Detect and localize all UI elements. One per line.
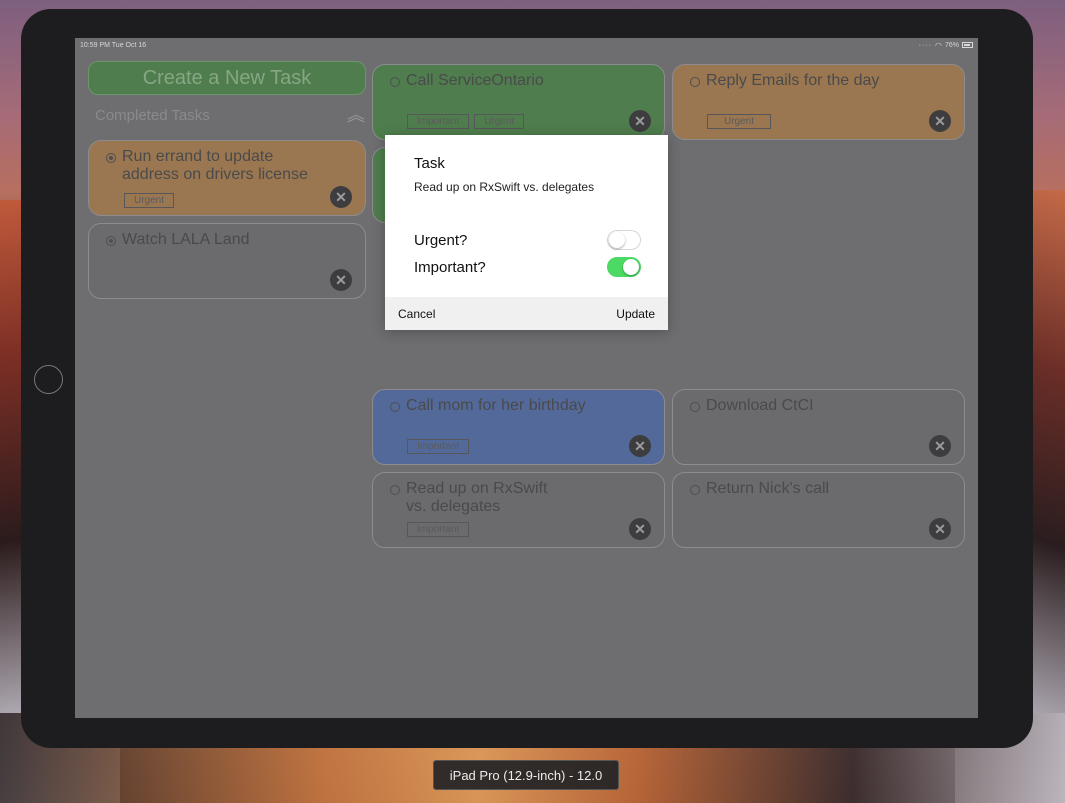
urgent-label: Urgent? xyxy=(414,231,468,249)
task-card[interactable]: Read up on RxSwift vs. delegates Importa… xyxy=(372,472,665,548)
x-circle-icon[interactable]: ✕ xyxy=(929,435,951,457)
completed-tasks-header[interactable]: Completed Tasks ︽ xyxy=(95,105,365,125)
important-row: Important? xyxy=(414,256,641,278)
dialog-footer: Cancel Update xyxy=(385,297,668,330)
x-circle-icon[interactable]: ✕ xyxy=(629,518,651,540)
toggle-knob xyxy=(623,259,639,275)
x-circle-icon[interactable]: ✕ xyxy=(629,435,651,457)
completed-task-card[interactable]: Run errand to update address on drivers … xyxy=(88,140,366,216)
task-title: Read up on RxSwift vs. delegates xyxy=(406,480,548,515)
x-circle-icon[interactable]: ✕ xyxy=(330,186,352,208)
x-circle-icon[interactable]: ✕ xyxy=(929,110,951,132)
tag-urgent: Urgent xyxy=(124,193,175,208)
task-card[interactable]: Download CtCI ✕ xyxy=(672,389,965,465)
tag-important: Important xyxy=(407,439,470,454)
task-title: Reply Emails for the day xyxy=(706,72,880,89)
x-circle-icon[interactable]: ✕ xyxy=(929,518,951,540)
toggle-knob xyxy=(609,232,625,248)
radio-icon[interactable] xyxy=(690,485,700,495)
edit-task-dialog: Task Read up on RxSwift vs. delegates Ur… xyxy=(385,135,668,330)
dialog-title: Task xyxy=(414,155,445,172)
simulator-device-label: iPad Pro (12.9-inch) - 12.0 xyxy=(433,760,619,790)
important-label: Important? xyxy=(414,258,486,276)
status-bar: 10:59 PM Tue Oct 16 ···· ◠ 76% xyxy=(75,38,978,52)
tag-urgent: Urgent xyxy=(707,114,772,129)
radio-icon[interactable] xyxy=(690,402,700,412)
x-circle-icon[interactable]: ✕ xyxy=(330,269,352,291)
tag-important: Important xyxy=(407,522,470,537)
task-title: Watch LALA Land xyxy=(122,231,250,248)
ipad-screen: 10:59 PM Tue Oct 16 ···· ◠ 76% Create a … xyxy=(75,38,978,718)
wifi-icon: ◠ xyxy=(935,40,942,50)
completed-task-card[interactable]: Watch LALA Land ✕ xyxy=(88,223,366,299)
status-time: 10:59 PM Tue Oct 16 xyxy=(80,41,147,49)
task-card[interactable]: Reply Emails for the day Urgent ✕ xyxy=(672,64,965,140)
task-title: Download CtCI xyxy=(706,397,814,414)
battery-percent: 76% xyxy=(944,41,959,49)
task-card[interactable]: Return Nick's call ✕ xyxy=(672,472,965,548)
urgent-toggle[interactable] xyxy=(607,230,641,250)
task-card[interactable]: Call ServiceOntario Important Urgent ✕ xyxy=(372,64,665,140)
home-button[interactable] xyxy=(34,365,63,394)
task-title: Call ServiceOntario xyxy=(406,72,544,89)
battery-icon xyxy=(962,42,973,48)
cancel-button[interactable]: Cancel xyxy=(398,307,435,321)
tag-important: Important xyxy=(407,114,470,129)
important-toggle[interactable] xyxy=(607,257,641,277)
radio-icon[interactable] xyxy=(690,77,700,87)
task-title: Call mom for her birthday xyxy=(406,397,586,414)
radio-icon[interactable] xyxy=(390,485,400,495)
completed-tasks-label: Completed Tasks xyxy=(95,106,210,124)
radio-icon[interactable] xyxy=(106,236,116,246)
dialog-task-text[interactable]: Read up on RxSwift vs. delegates xyxy=(414,180,594,194)
radio-icon[interactable] xyxy=(390,77,400,87)
x-circle-icon[interactable]: ✕ xyxy=(629,110,651,132)
tag-urgent: Urgent xyxy=(474,114,525,129)
radio-icon[interactable] xyxy=(106,153,116,163)
create-task-button[interactable]: Create a New Task xyxy=(88,61,366,95)
task-title: Run errand to update address on drivers … xyxy=(122,148,308,183)
update-button[interactable]: Update xyxy=(616,307,655,321)
urgent-row: Urgent? xyxy=(414,229,641,251)
radio-icon[interactable] xyxy=(390,402,400,412)
task-title: Return Nick's call xyxy=(706,480,830,497)
double-chevron-up-icon[interactable]: ︽ xyxy=(347,106,365,124)
signal-icon: ···· xyxy=(918,41,932,49)
task-card[interactable]: Call mom for her birthday Important ✕ xyxy=(372,389,665,465)
